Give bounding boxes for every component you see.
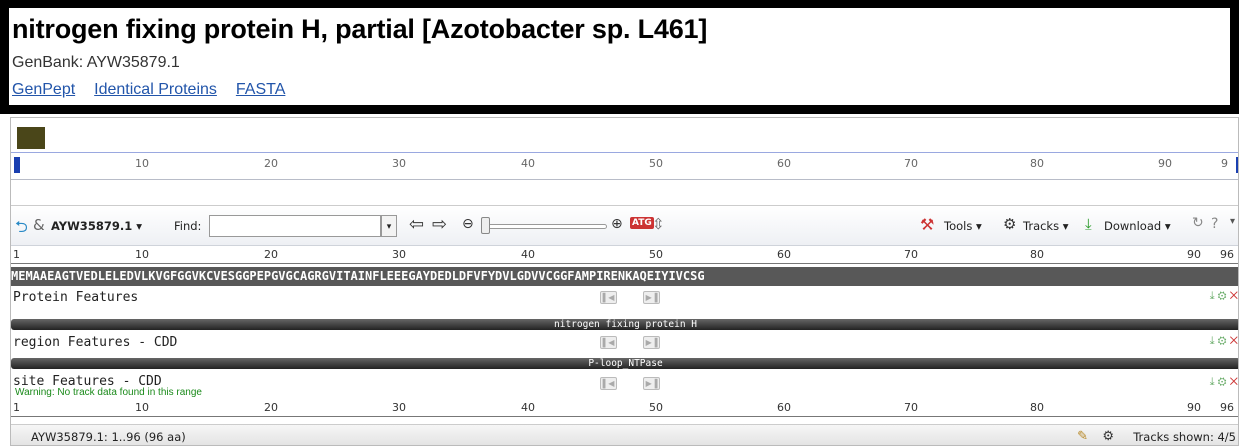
next-feature-button[interactable]: ▶▐ — [643, 336, 660, 349]
download-menu[interactable]: Download ▾ — [1104, 219, 1171, 233]
seq-tick: 1 — [13, 248, 20, 261]
fasta-link[interactable]: FASTA — [236, 81, 286, 98]
ov-tick: 50 — [649, 157, 663, 170]
ov-tick: 60 — [777, 157, 791, 170]
seq-tick: 30 — [392, 248, 406, 261]
seq-tick: 30 — [392, 401, 406, 414]
track-label: Protein Features — [13, 290, 139, 305]
seq-tick: 90 — [1187, 248, 1201, 261]
identical-proteins-link[interactable]: Identical Proteins — [94, 81, 217, 98]
seq-tick: 40 — [521, 248, 535, 261]
seq-tick: 60 — [777, 401, 791, 414]
feature-bar[interactable]: P-loop_NTPase — [11, 358, 1238, 369]
seq-tick: 1 — [13, 401, 20, 414]
track-action-icons[interactable]: ⤓ ⚙ ✕ — [1210, 335, 1238, 348]
zoom-slider-thumb[interactable] — [481, 217, 490, 234]
protein-features-track: Protein Features ▌◀ ▶▐ ⤓ ⚙ ✕ — [11, 286, 1238, 308]
edit-icon[interactable]: ✎ — [1077, 428, 1088, 444]
next-feature-button[interactable]: ▶▐ — [643, 291, 660, 304]
zoom-slider-track[interactable] — [485, 224, 607, 229]
track-label: region Features - CDD — [13, 335, 178, 350]
bottom-ruler: 1 10 20 30 40 50 60 70 80 90 96 — [11, 400, 1238, 420]
more-dropdown-icon[interactable]: ▾ — [1230, 216, 1235, 227]
track-action-icons[interactable]: ⤓ ⚙ ✕ — [1210, 290, 1238, 303]
range-readout: AYW35879.1: 1..96 (96 aa) — [31, 430, 186, 444]
tracks-shown[interactable]: Tracks shown: 4/5 — [1133, 430, 1236, 444]
refresh-icon[interactable]: ↻ — [1192, 215, 1204, 231]
ov-tick: 10 — [135, 157, 149, 170]
ov-tick: 80 — [1030, 157, 1044, 170]
tools-icon[interactable]: ⚒ — [920, 215, 934, 234]
tools-menu[interactable]: Tools ▾ — [944, 219, 982, 233]
region-features-track: region Features - CDD ▌◀ ▶▐ ⤓ ⚙ ✕ — [11, 331, 1238, 353]
ov-tick: 30 — [392, 157, 406, 170]
find-input[interactable] — [209, 215, 381, 237]
overview-highlight[interactable] — [17, 127, 45, 149]
prev-feature-button[interactable]: ▌◀ — [600, 377, 617, 390]
seq-tick: 96 — [1220, 401, 1234, 414]
page-title: nitrogen fixing protein H, partial [Azot… — [12, 14, 708, 44]
status-bar: AYW35879.1: 1..96 (96 aa) ✎ ⚙ Tracks sho… — [11, 424, 1238, 445]
seq-tick: 90 — [1187, 401, 1201, 414]
ov-tick: 20 — [264, 157, 278, 170]
seq-tick: 80 — [1030, 248, 1044, 261]
accession-line: GenBank: AYW35879.1 — [12, 54, 180, 71]
seq-tick: 40 — [521, 401, 535, 414]
tracks-menu[interactable]: Tracks ▾ — [1023, 219, 1069, 233]
download-icon[interactable]: ⤓ — [1085, 215, 1092, 233]
ov-tick: 70 — [904, 157, 918, 170]
undo-icon[interactable]: ⮌ — [15, 216, 28, 243]
seq-id-dropdown[interactable]: AYW35879.1 ▾ — [51, 219, 142, 233]
sequence-ruler: 1 10 20 30 40 50 60 70 80 90 96 — [11, 246, 1238, 267]
site-features-track: site Features - CDD Warning: No track da… — [11, 372, 1238, 400]
find-label: Find: — [174, 219, 202, 233]
seq-tick: 10 — [135, 401, 149, 414]
seq-tick: 70 — [904, 248, 918, 261]
seq-tick: 10 — [135, 248, 149, 261]
sequence-viewer: 10 20 30 40 50 60 70 80 90 9 ⮌ & AYW3587… — [10, 117, 1239, 446]
seq-tick: 20 — [264, 248, 278, 261]
genpept-link[interactable]: GenPept — [12, 81, 75, 98]
zoom-in-icon[interactable]: ⊕ — [611, 216, 623, 232]
track-warning: Warning: No track data found in this ran… — [15, 387, 202, 398]
overview-ruler[interactable]: 10 20 30 40 50 60 70 80 90 9 — [11, 152, 1238, 206]
help-icon[interactable]: ? — [1211, 216, 1218, 232]
link-icon[interactable]: & — [33, 216, 45, 234]
ov-tick: 90 — [1158, 157, 1172, 170]
pan-left-icon[interactable]: ⇦ — [409, 214, 424, 235]
ov-tick: 9 — [1221, 157, 1228, 170]
tracks-gear-icon[interactable]: ⚙ — [1003, 215, 1016, 233]
page: nitrogen fixing protein H, partial [Azot… — [0, 0, 1239, 446]
pan-right-icon[interactable]: ⇨ — [432, 214, 447, 235]
prev-feature-button[interactable]: ▌◀ — [600, 291, 617, 304]
next-feature-button[interactable]: ▶▐ — [643, 377, 660, 390]
seq-tick: 80 — [1030, 401, 1044, 414]
seq-tick: 50 — [649, 248, 663, 261]
seq-tick: 70 — [904, 401, 918, 414]
zoom-out-icon[interactable]: ⊖ — [462, 216, 474, 232]
sequence-track[interactable]: MEMAAEAGTVEDLELEDVLKVGFGGVKCVESGGPEPGVGC… — [11, 267, 1238, 286]
track-action-icons[interactable]: ⤓ ⚙ ✕ — [1210, 376, 1238, 389]
overview-panel[interactable] — [11, 118, 1238, 152]
find-dropdown-button[interactable]: ▾ — [381, 215, 397, 237]
seq-tick: 50 — [649, 401, 663, 414]
record-links: GenPept Identical Proteins FASTA — [12, 81, 304, 99]
seq-tick: 60 — [777, 248, 791, 261]
atg-icon[interactable]: ATG — [630, 217, 654, 229]
seq-tick: 20 — [264, 401, 278, 414]
ov-tick: 40 — [521, 157, 535, 170]
range-start-handle[interactable] — [14, 157, 20, 173]
feature-bar[interactable]: nitrogen fixing protein H — [11, 319, 1238, 330]
record-header: nitrogen fixing protein H, partial [Azot… — [0, 0, 1239, 114]
viewer-toolbar: ⮌ & AYW35879.1 ▾ Find: ▾ ⇦ ⇨ ⊖ ⊕ ATG ⇳ ⚒… — [11, 206, 1238, 246]
seq-tick: 96 — [1220, 248, 1234, 261]
prev-feature-button[interactable]: ▌◀ — [600, 336, 617, 349]
fit-vertical-icon[interactable]: ⇳ — [652, 215, 665, 233]
tracks-gear-icon[interactable]: ⚙ — [1102, 428, 1114, 444]
